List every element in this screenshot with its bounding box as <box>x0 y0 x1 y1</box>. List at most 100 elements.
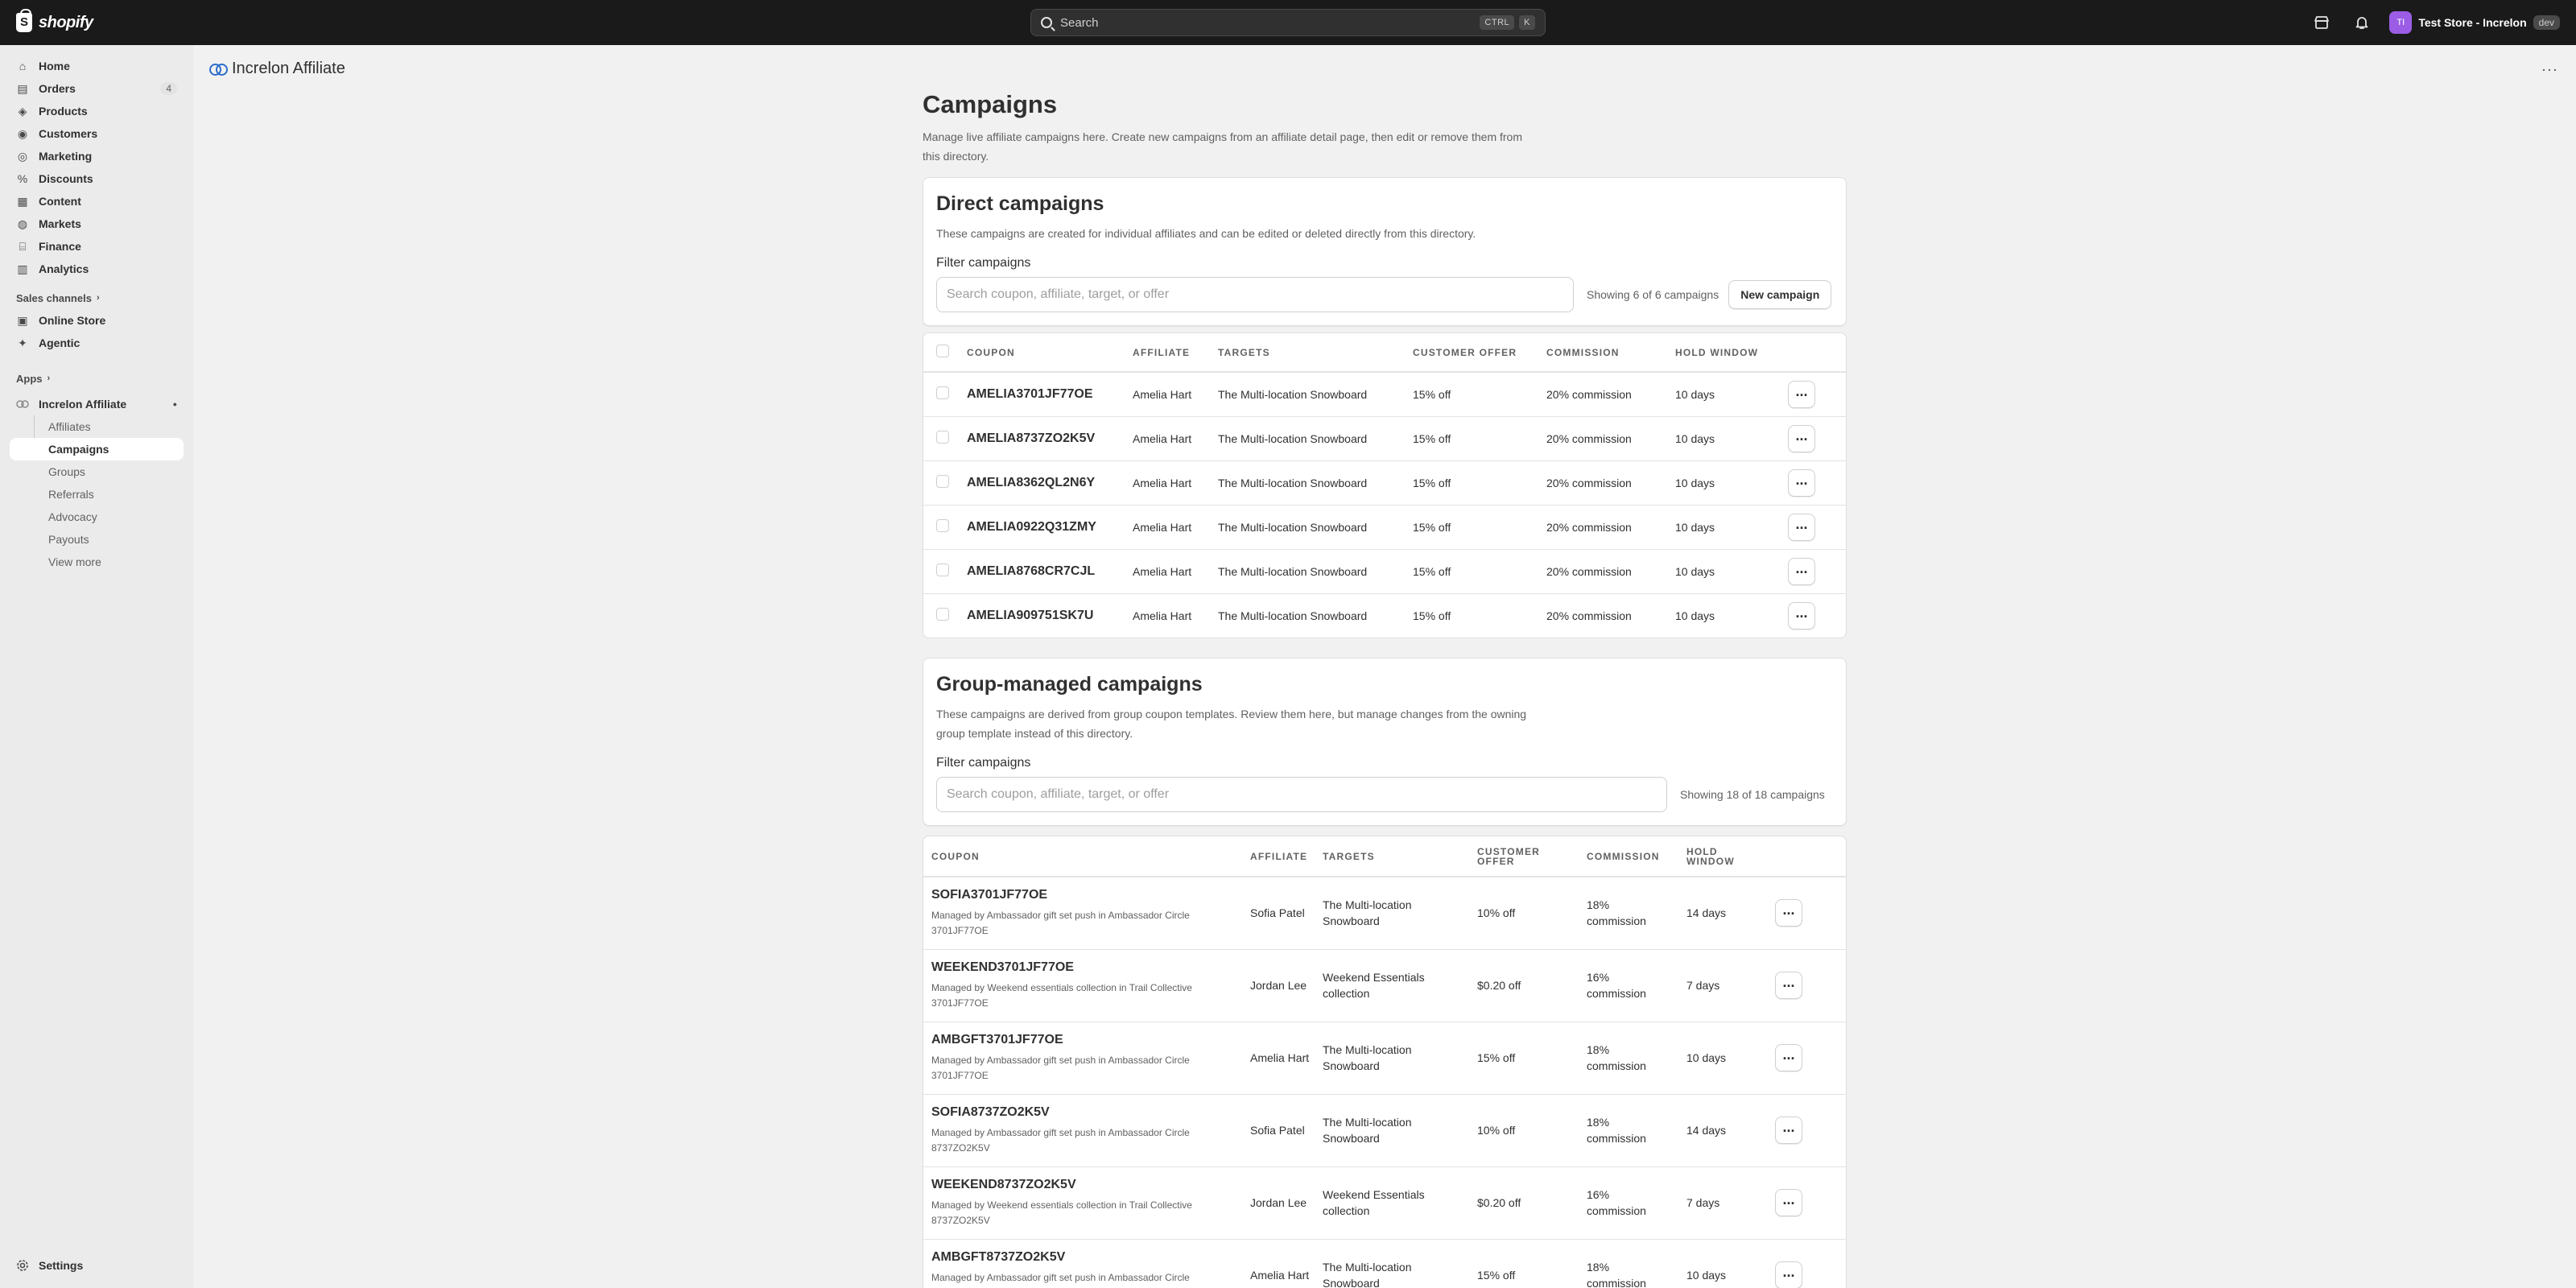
coupon-cell[interactable]: SOFIA3701JF77OE <box>931 887 1218 903</box>
chart-icon: ▥ <box>17 262 28 275</box>
sidebar-item-customers[interactable]: ◉ Customers <box>10 122 184 145</box>
coupon-cell[interactable]: AMELIA8737ZO2K5V <box>967 431 1095 445</box>
row-actions-button[interactable]: ... <box>1775 1117 1802 1144</box>
pin-icon[interactable]: ● <box>173 400 177 408</box>
offer-cell: 10% off <box>1477 906 1516 920</box>
hold-window-cell: 10 days <box>1675 520 1715 534</box>
sidebar-item-content[interactable]: ▦ Content <box>10 190 184 213</box>
store-icon: ▣ <box>17 313 28 327</box>
table-row[interactable]: SOFIA8737ZO2K5V Managed by Ambassador gif… <box>923 1094 1846 1167</box>
coupon-cell[interactable]: AMELIA909751SK7U <box>967 609 1093 622</box>
row-actions-button[interactable]: ... <box>1788 601 1815 630</box>
table-row[interactable]: AMELIA8768CR7CJL Amelia Hart The Multi-loc… <box>923 549 1846 594</box>
bank-icon: ⌸ <box>19 239 27 253</box>
coupon-cell[interactable]: SOFIA8737ZO2K5V <box>931 1104 1218 1121</box>
sales-channels-text: Sales channels <box>16 291 92 304</box>
table-row[interactable]: AMELIA909751SK7U Amelia Hart The Multi-loc… <box>923 593 1846 638</box>
row-checkbox[interactable] <box>936 608 949 621</box>
sidebar-subitem-referrals[interactable]: Referrals <box>10 483 184 506</box>
sidebar-item-marketing[interactable]: ◎ Marketing <box>10 145 184 167</box>
discount-icon: % <box>17 172 28 185</box>
row-actions-button[interactable]: ... <box>1775 899 1802 927</box>
col-hold-window: Hold window <box>1686 836 1775 877</box>
row-actions-button[interactable]: ... <box>1775 1261 1802 1288</box>
search-placeholder: Search <box>1060 15 1099 30</box>
hold-window-cell: 10 days <box>1675 609 1715 622</box>
new-campaign-button[interactable]: New campaign <box>1728 280 1832 309</box>
sidebar-item-discounts[interactable]: % Discounts <box>10 167 184 190</box>
col-hold-window: Hold window <box>1675 333 1788 373</box>
store-icon[interactable] <box>2309 10 2334 35</box>
table-row[interactable]: WEEKEND3701JF77OE Managed by Weekend esse… <box>923 949 1846 1022</box>
coupon-cell[interactable]: AMELIA8362QL2N6Y <box>967 476 1095 489</box>
sidebar-item-products[interactable]: ◈ Products <box>10 100 184 122</box>
global-search[interactable]: Search CTRL K <box>1030 9 1546 36</box>
sidebar-subitem-payouts[interactable]: Payouts <box>10 528 184 551</box>
sidebar-item-orders[interactable]: ▤ Orders 4 <box>10 77 184 100</box>
targets-cell: The Multi-location Snowboard <box>1323 898 1412 928</box>
sidebar-item-online-store[interactable]: ▣ Online Store <box>10 309 184 332</box>
table-row[interactable]: AMBGFT3701JF77OE Managed by Ambassador gi… <box>923 1022 1846 1095</box>
coupon-cell[interactable]: AMELIA0922Q31ZMY <box>967 520 1096 534</box>
bell-icon[interactable] <box>2349 10 2375 35</box>
coupon-cell[interactable]: AMBGFT8737ZO2K5V <box>931 1249 1218 1265</box>
row-actions-button[interactable]: ... <box>1788 380 1815 408</box>
more-actions-icon[interactable]: ··· <box>2541 61 2558 78</box>
home-icon: ⌂ <box>19 60 27 72</box>
table-row[interactable]: WEEKEND8737ZO2K5V Managed by Weekend esse… <box>923 1166 1846 1240</box>
coupon-cell[interactable]: AMBGFT3701JF77OE <box>931 1032 1218 1048</box>
row-checkbox[interactable] <box>936 475 949 488</box>
row-actions-button[interactable]: ... <box>1775 1044 1802 1071</box>
row-checkbox[interactable] <box>936 386 949 400</box>
table-row[interactable]: AMELIA0922Q31ZMY Amelia Hart The Multi-loc… <box>923 505 1846 550</box>
targets-cell: The Multi-location Snowboard <box>1218 431 1368 445</box>
select-all-checkbox[interactable] <box>936 345 949 357</box>
col-coupon: Coupon <box>923 836 1250 877</box>
direct-filter-input[interactable]: Search coupon, affiliate, target, or off… <box>936 277 1574 312</box>
table-row[interactable]: AMELIA3701JF77OE Amelia Hart The Multi-loc… <box>923 372 1846 417</box>
table-row[interactable]: AMBGFT8737ZO2K5V Managed by Ambassador gi… <box>923 1239 1846 1288</box>
coupon-cell[interactable]: AMELIA8768CR7CJL <box>967 564 1095 578</box>
sidebar-item-settings[interactable]: Settings <box>10 1254 184 1277</box>
row-actions-button[interactable]: ... <box>1788 513 1815 541</box>
app-title: Increlon Affiliate <box>232 59 345 77</box>
row-checkbox[interactable] <box>936 431 949 444</box>
coupon-cell[interactable]: WEEKEND8737ZO2K5V <box>931 1177 1218 1193</box>
targets-cell: The Multi-location Snowboard <box>1218 387 1368 401</box>
row-checkbox[interactable] <box>936 519 949 532</box>
row-actions-button[interactable]: ... <box>1788 424 1815 452</box>
table-row[interactable]: AMELIA8362QL2N6Y Amelia Hart The Multi-loc… <box>923 460 1846 506</box>
row-actions-button[interactable]: ... <box>1775 972 1802 999</box>
sidebar-item-increlon-affiliate[interactable]: Increlon Affiliate ● <box>10 393 184 415</box>
table-row[interactable]: SOFIA3701JF77OE Managed by Ambassador gif… <box>923 877 1846 950</box>
sales-channels-label[interactable]: Sales channels › <box>10 287 184 309</box>
filter-label: Filter campaigns <box>936 756 1031 770</box>
row-actions-button[interactable]: ... <box>1788 469 1815 497</box>
row-actions-button[interactable]: ... <box>1775 1189 1802 1216</box>
row-checkbox[interactable] <box>936 564 949 576</box>
sidebar-subitem-affiliates[interactable]: Affiliates <box>10 415 184 438</box>
sidebar-item-finance[interactable]: ⌸ Finance <box>10 235 184 258</box>
targets-cell: The Multi-location Snowboard <box>1323 1261 1412 1288</box>
chevron-right-icon: › <box>47 374 51 383</box>
offer-cell: 10% off <box>1477 1124 1516 1137</box>
apps-label[interactable]: Apps › <box>10 367 184 390</box>
sidebar-subitem-advocacy[interactable]: Advocacy <box>10 506 184 528</box>
hold-window-cell: 7 days <box>1686 1196 1720 1209</box>
sidebar-item-agentic[interactable]: ✦ Agentic <box>10 332 184 354</box>
sidebar-subitem-campaigns[interactable]: Campaigns <box>10 438 184 460</box>
sidebar-subitem-groups[interactable]: Groups <box>10 460 184 483</box>
sidebar-item-markets[interactable]: ◍ Markets <box>10 213 184 235</box>
table-row[interactable]: AMELIA8737ZO2K5V Amelia Hart The Multi-loc… <box>923 416 1846 461</box>
sidebar-item-analytics[interactable]: ▥ Analytics <box>10 258 184 280</box>
commission-cell: 18% commission <box>1587 1261 1646 1288</box>
shopify-logo[interactable]: shopify <box>16 9 93 34</box>
sidebar-subitem-view-more[interactable]: View more <box>10 551 184 573</box>
sidebar-item-home[interactable]: ⌂ Home <box>10 55 184 77</box>
row-actions-button[interactable]: ... <box>1788 557 1815 585</box>
store-menu[interactable]: TI Test Store - Increlon dev <box>2389 11 2560 34</box>
coupon-cell[interactable]: WEEKEND3701JF77OE <box>931 960 1218 976</box>
group-filter-input[interactable]: Search coupon, affiliate, target, or off… <box>936 777 1667 812</box>
offer-cell: 15% off <box>1413 520 1451 534</box>
coupon-cell[interactable]: AMELIA3701JF77OE <box>967 387 1093 401</box>
